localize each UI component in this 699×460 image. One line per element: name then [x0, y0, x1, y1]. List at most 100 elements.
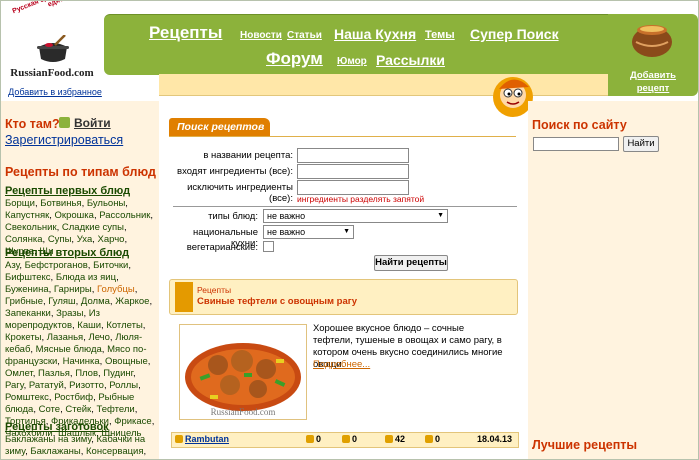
recipe-name-input[interactable] [297, 148, 409, 163]
clay-pot-icon [632, 25, 672, 57]
chevron-down-icon: ▼ [437, 212, 444, 219]
category-link[interactable]: Буженина [5, 284, 49, 295]
count-4: 0 [425, 434, 440, 444]
recipe-category[interactable]: Рецепты [197, 285, 231, 295]
category-link[interactable]: Грибные [5, 296, 43, 307]
recipe-title[interactable]: Свиные тефтели с овощным рагу [197, 296, 357, 307]
category-link[interactable]: Голубцы [97, 284, 135, 295]
category-preserves: Рецепты заготовок Баклажаны на зиму, Каб… [5, 421, 155, 459]
nav-news[interactable]: Новости [240, 30, 282, 41]
recipe-meta-bar: Rambutan 0 0 42 0 18.04.13 [171, 432, 519, 448]
nav-our-kitchen[interactable]: Наша Кухня [334, 26, 416, 42]
nav-forum[interactable]: Форум [266, 49, 323, 69]
count-views: 42 [385, 434, 405, 444]
exclude-ingredients-input[interactable] [297, 180, 409, 195]
category-link[interactable]: Сладкие супы [62, 222, 124, 233]
best-recipes-title: Лучшие рецепты [532, 438, 638, 452]
include-ingredients-input[interactable] [297, 164, 409, 179]
right-sidebar: Поиск по сайту Найти Лучшие рецепты [528, 101, 698, 459]
category-title[interactable]: Рецепты первых блюд [5, 185, 155, 197]
vegetarian-label: вегетарианские: [186, 242, 258, 253]
author[interactable]: Rambutan [175, 434, 229, 444]
category-link[interactable]: Свекольник [5, 222, 57, 233]
category-link[interactable]: Капустняк [5, 210, 49, 221]
category-link[interactable]: Стейк [65, 404, 91, 415]
category-link[interactable]: Роллы [109, 380, 138, 391]
category-link[interactable]: Блюда из яиц [56, 272, 116, 283]
form-separator [173, 206, 517, 207]
site-search-button[interactable]: Найти [623, 136, 659, 152]
category-link[interactable]: Начинка [63, 356, 100, 367]
nav-recipes[interactable]: Рецепты [149, 23, 222, 43]
category-link[interactable]: Гарниры [54, 284, 92, 295]
category-link[interactable]: Рататуй [29, 380, 64, 391]
category-link[interactable]: Пудинг [103, 368, 133, 379]
category-link[interactable]: Рагу [5, 380, 24, 391]
category-link[interactable]: Омлет [5, 368, 33, 379]
nav-topics[interactable]: Темы [425, 29, 455, 41]
category-link[interactable]: Ризотто [69, 380, 104, 391]
category-title[interactable]: Рецепты заготовок [5, 421, 155, 433]
vegetarian-checkbox[interactable] [263, 241, 274, 252]
category-link[interactable]: Крокеты [5, 332, 42, 343]
logo[interactable]: Русская еда - это всё, что едят! Russian… [5, 1, 102, 99]
category-link[interactable]: Борщи [5, 198, 35, 209]
logo-slogan: Русская еда - это всё, что едят! [11, 0, 97, 16]
types-label: типы блюд: [208, 211, 258, 222]
comment-icon [306, 435, 314, 443]
category-link[interactable]: Бульоны [87, 198, 125, 209]
cuisine-select[interactable]: не важно ▼ [263, 225, 354, 239]
category-link[interactable]: Жаркое [115, 296, 149, 307]
find-recipes-button[interactable]: Найти рецепты [374, 255, 448, 271]
login-link[interactable]: Войти [59, 116, 111, 130]
category-link[interactable]: Уха [77, 234, 93, 245]
category-link[interactable]: Пазлья [38, 368, 70, 379]
category-link[interactable]: Овощные [105, 356, 148, 367]
category-link[interactable]: Лечо [88, 332, 109, 343]
category-link[interactable]: Харчо [98, 234, 125, 245]
category-link[interactable]: Каши [77, 320, 101, 331]
category-link[interactable]: Мясные блюда [36, 344, 102, 355]
nav-articles[interactable]: Статьи [287, 30, 322, 41]
category-link[interactable]: Бифштекс [5, 272, 51, 283]
category-link[interactable]: Бефстроганов [25, 260, 88, 271]
category-link[interactable]: Ростбиф [54, 392, 93, 403]
category-link[interactable]: Ромштекс [5, 392, 49, 403]
category-link[interactable]: Тефтели [96, 404, 134, 415]
category-title[interactable]: Рецепты вторых блюд [5, 247, 155, 259]
category-items: Азу, Бефстроганов, Биточки, Бифштекс, Бл… [5, 260, 155, 439]
main-nav-lower [159, 74, 608, 96]
category-link[interactable]: Биточки [93, 260, 128, 271]
category-link[interactable]: Баклажаны [30, 446, 80, 457]
recipe-photo-image: RussianFood.com [180, 325, 306, 419]
category-link[interactable]: Ботвинья [40, 198, 81, 209]
category-link[interactable]: Долма [81, 296, 110, 307]
category-link[interactable]: Консервация [86, 446, 144, 457]
eye-icon [385, 435, 393, 443]
recipe-photo[interactable]: RussianFood.com [179, 324, 307, 420]
add-to-favorites-link[interactable]: Добавить в избранное [7, 87, 103, 97]
category-link[interactable]: Зразы [56, 308, 83, 319]
category-link[interactable]: Баклажаны на зиму [5, 434, 91, 445]
category-link[interactable]: Рассольник [99, 210, 150, 221]
category-link[interactable]: Котлеты [106, 320, 142, 331]
category-link[interactable]: Соте [39, 404, 60, 415]
category-link[interactable]: Запеканки [5, 308, 51, 319]
register-link[interactable]: Зарегистрироваться [5, 133, 123, 147]
nav-humor[interactable]: Юмор [337, 56, 367, 67]
category-link[interactable]: Окрошка [55, 210, 94, 221]
count-1: 0 [306, 434, 321, 444]
types-select[interactable]: не важно ▼ [263, 209, 448, 223]
add-recipe-link[interactable]: Добавить рецепт [618, 69, 688, 95]
site-search-input[interactable] [533, 137, 619, 151]
read-more-link[interactable]: Подробнее... [313, 359, 370, 370]
category-link[interactable]: Азу [5, 260, 19, 271]
cuisine-select-value: не важно [267, 227, 306, 237]
category-link[interactable]: Лазанья [47, 332, 83, 343]
category-link[interactable]: Солянка [5, 234, 43, 245]
nav-super-search[interactable]: Супер Поиск [470, 26, 559, 42]
category-link[interactable]: Гуляш [48, 296, 75, 307]
category-link[interactable]: Супы [48, 234, 72, 245]
nav-mailings[interactable]: Рассылки [376, 52, 445, 68]
category-link[interactable]: Плов [75, 368, 98, 379]
